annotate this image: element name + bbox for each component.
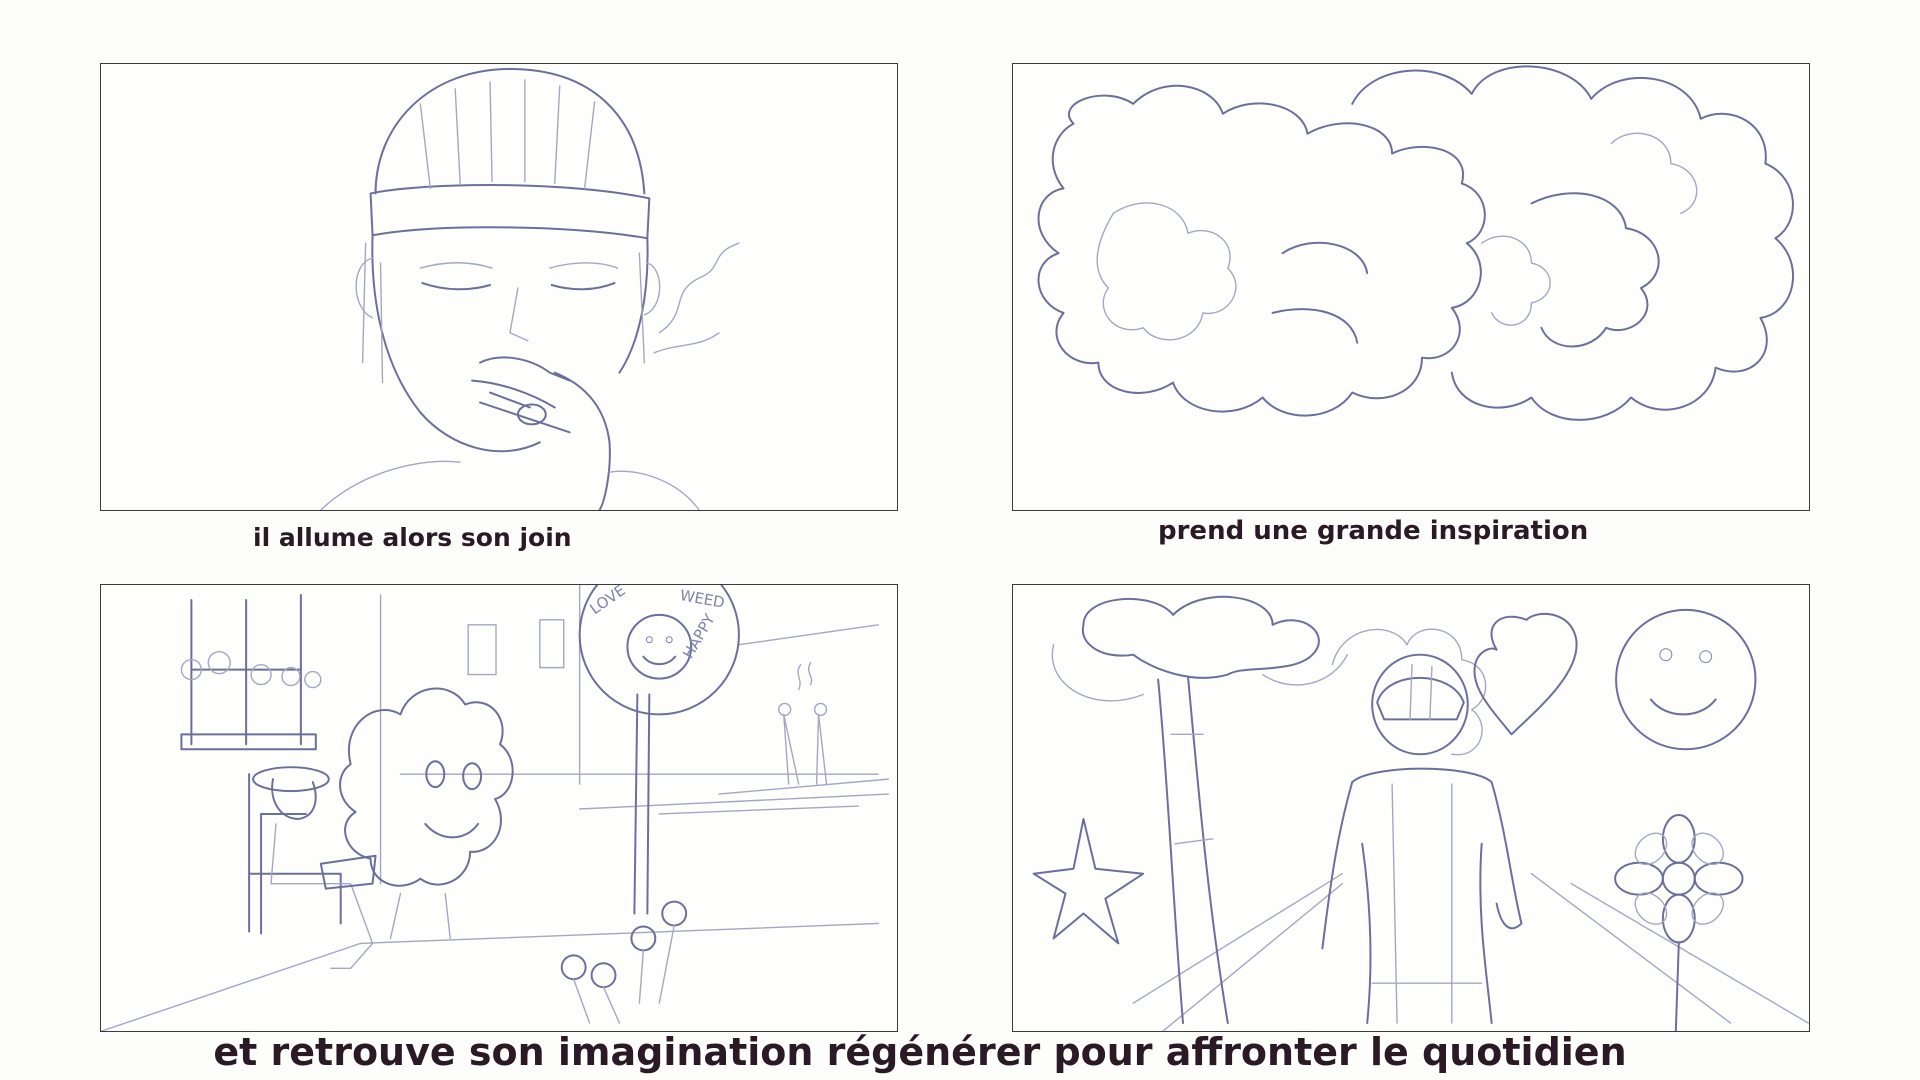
panel-2-caption: prend une grande inspiration [1158,516,1589,546]
panel-1-caption: il allume alors son join [253,523,572,552]
dream-scene-illustration [1032,595,1809,1031]
street-scene-illustration: LOVE WEED HAPPY [101,585,889,1031]
smoke-cloud-illustration [1037,65,1795,421]
storyboard-panel-4 [1012,584,1810,1032]
sign-word-happy: HAPPY [679,610,719,662]
storyboard-panel-1 [100,63,898,511]
storyboard-panel-3: LOVE WEED HAPPY [100,584,898,1032]
bottom-caption: et retrouve son imagination régénérer po… [213,1030,1627,1074]
sign-word-weed: WEED [678,586,726,612]
man-smoking-illustration [320,67,740,510]
storyboard-panel-2 [1012,63,1810,511]
